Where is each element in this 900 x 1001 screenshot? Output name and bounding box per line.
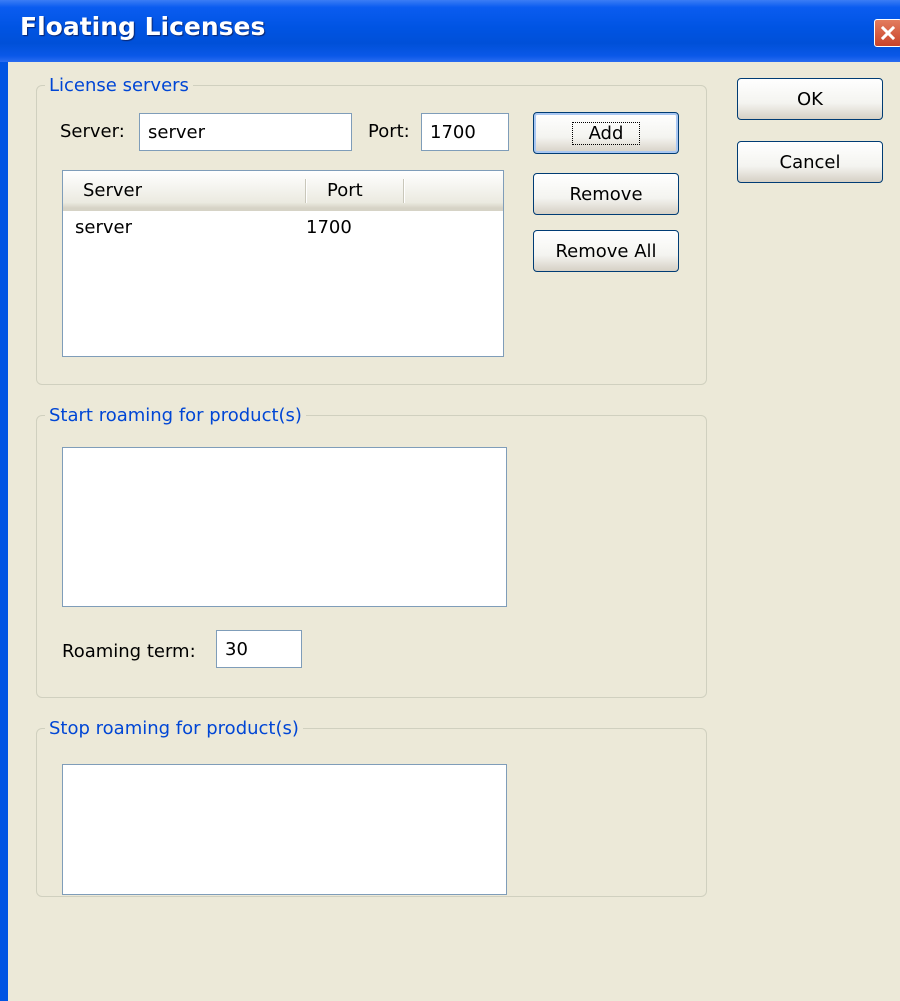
server-list[interactable]: Server Port server 1700 — [62, 170, 504, 357]
column-header-port[interactable]: Port — [327, 180, 363, 201]
license-servers-legend: License servers — [49, 75, 189, 96]
column-header-server[interactable]: Server — [83, 180, 142, 201]
server-label: Server: — [60, 121, 125, 142]
column-divider[interactable] — [403, 179, 405, 203]
row-port-cell: 1700 — [306, 217, 352, 238]
start-roaming-product-list[interactable] — [62, 447, 507, 607]
remove-all-button[interactable]: Remove All — [533, 230, 679, 272]
port-input[interactable] — [421, 113, 509, 151]
window-border — [0, 62, 8, 1001]
start-roaming-legend: Start roaming for product(s) — [49, 405, 302, 426]
server-input[interactable] — [139, 113, 352, 151]
cancel-button[interactable]: Cancel — [737, 141, 883, 183]
column-divider[interactable] — [305, 179, 307, 203]
add-button[interactable]: Add — [533, 112, 679, 154]
port-label: Port: — [368, 121, 410, 142]
stop-roaming-legend: Stop roaming for product(s) — [49, 718, 299, 739]
title-bar[interactable]: Floating Licenses — [0, 0, 900, 62]
row-server-cell: server — [75, 217, 132, 238]
ok-button[interactable]: OK — [737, 78, 883, 120]
window-title: Floating Licenses — [20, 12, 266, 41]
stop-roaming-product-list[interactable] — [62, 764, 507, 895]
close-button[interactable] — [874, 19, 900, 47]
add-button-label: Add — [571, 121, 641, 145]
remove-button[interactable]: Remove — [533, 173, 679, 215]
roaming-term-label: Roaming term: — [62, 641, 196, 662]
close-icon — [880, 25, 896, 41]
list-header: Server Port — [63, 171, 503, 211]
table-row[interactable]: server 1700 — [63, 213, 503, 241]
roaming-term-input[interactable] — [216, 630, 302, 668]
